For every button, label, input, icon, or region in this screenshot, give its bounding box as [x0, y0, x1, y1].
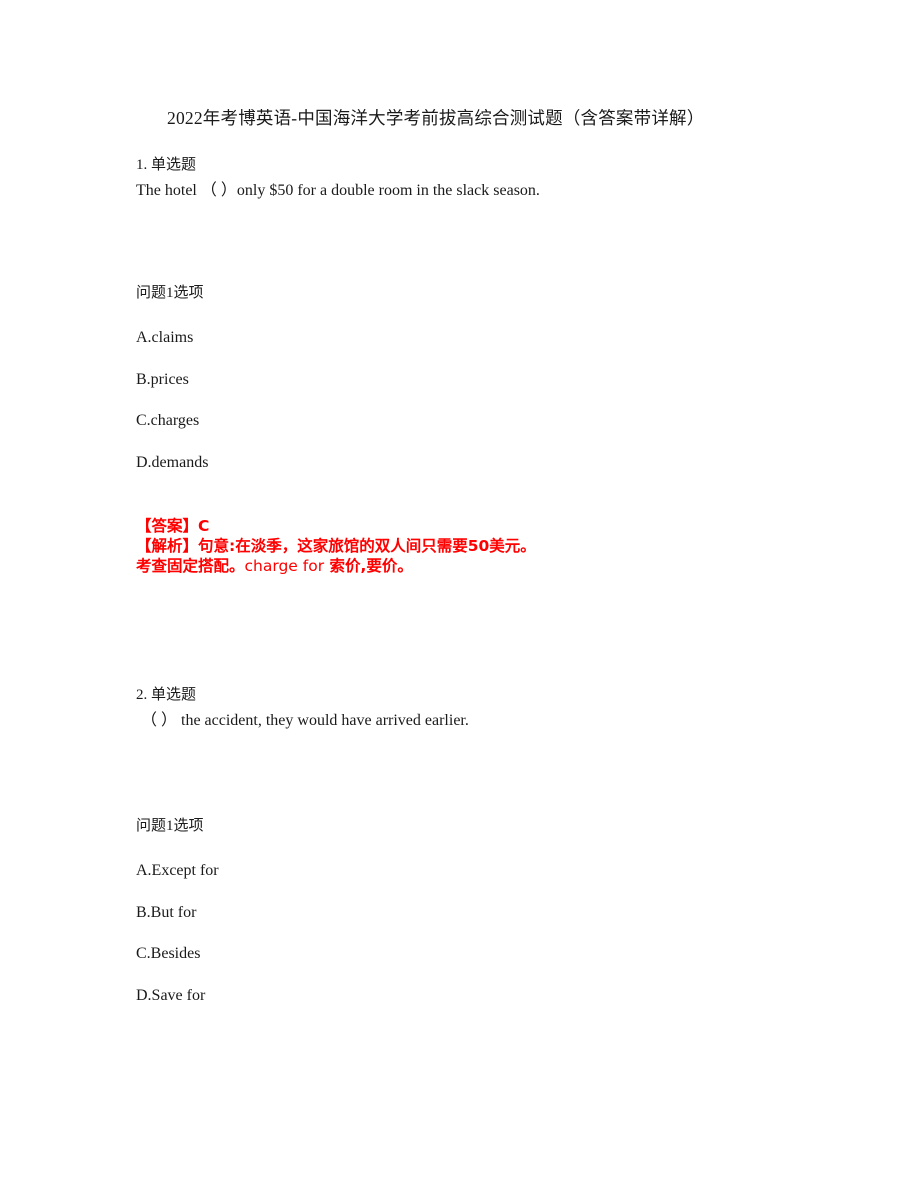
question-1-option-b[interactable]: B.prices	[136, 369, 189, 391]
page-title: 2022年考博英语-中国海洋大学考前拔高综合测试题（含答案带详解）	[167, 108, 705, 128]
question-1-answer-block: 【答案】C 【解析】句意:在淡季，这家旅馆的双人间只需要50美元。 考查固定搭配…	[136, 516, 536, 576]
question-1-option-c[interactable]: C.charges	[136, 410, 199, 432]
question-2-block: 2. 单选题 （ ） the accident, they would have…	[136, 685, 469, 732]
question-2-stem: （ ） the accident, they would have arrive…	[141, 712, 469, 729]
question-1-number: 1. 单选题	[136, 157, 197, 173]
question-2-option-a[interactable]: A.Except for	[136, 860, 219, 882]
explanation-prefix: 考查固定搭配。	[136, 557, 245, 575]
question-1-option-a[interactable]: A.claims	[136, 327, 193, 349]
question-1-explanation-line-1: 【解析】句意:在淡季，这家旅馆的双人间只需要50美元。	[136, 537, 536, 555]
question-1-stem: The hotel （ ）only $50 for a double room …	[136, 182, 540, 199]
explanation-suffix: 索价,要价。	[324, 557, 413, 575]
question-1-block: 1. 单选题 The hotel （ ）only $50 for a doubl…	[136, 155, 540, 202]
question-1-option-d[interactable]: D.demands	[136, 452, 208, 474]
question-2-option-b[interactable]: B.But for	[136, 902, 196, 924]
question-1-explanation-line-2: 考查固定搭配。charge for 索价,要价。	[136, 556, 536, 576]
question-2-options-label: 问题1选项	[136, 818, 204, 834]
question-1-options-label: 问题1选项	[136, 285, 204, 301]
document-page: 2022年考博英语-中国海洋大学考前拔高综合测试题（含答案带详解） 1. 单选题…	[0, 0, 920, 1191]
question-2-option-c[interactable]: C.Besides	[136, 943, 200, 965]
question-2-number: 2. 单选题	[136, 687, 197, 703]
question-1-answer: 【答案】C	[136, 517, 210, 535]
question-2-option-d[interactable]: D.Save for	[136, 985, 205, 1007]
explanation-latin-phrase: charge for	[244, 557, 325, 575]
